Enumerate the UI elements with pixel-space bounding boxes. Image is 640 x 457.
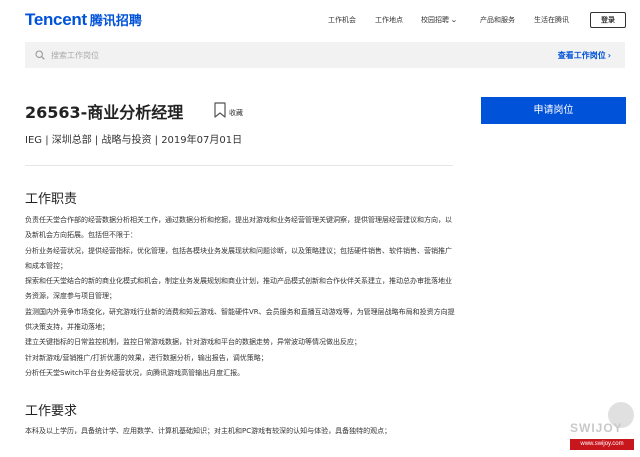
job-meta: IEG | 深圳总部 | 战略与投资 | 2019年07月01日 xyxy=(25,135,243,146)
apply-button[interactable]: 申请岗位 xyxy=(481,97,626,124)
list-item: 分析业务经营状况，提供经营指标，优化管理，包括各模块业务发展现状和问题诊断，以及… xyxy=(25,246,452,270)
requirements-title: 工作要求 xyxy=(25,404,78,419)
nav-item-jobs[interactable]: 工作机会 xyxy=(328,15,356,25)
requirements-list: 本科及以上学历，具备统计学、应用数学、计算机基础知识；对主机和PC游戏有较深的认… xyxy=(25,424,455,439)
responsibilities-list: 负责任天堂合作部的经营数据分析相关工作，通过数据分析和挖掘，提出对游戏和业务经营… xyxy=(25,213,455,381)
watermark-domain: www.swijoy.com xyxy=(570,439,634,450)
site-watermark: SWIJOY www.swijoy.com xyxy=(568,398,640,457)
responsibilities-title: 工作职责 xyxy=(25,192,78,207)
nav-item-campus-label: 校园招聘 xyxy=(421,16,449,24)
list-item: 负责任天堂合作部的经营数据分析相关工作，通过数据分析和挖掘，提出对游戏和业务经营… xyxy=(25,216,452,240)
list-item: 分析任天堂Switch平台业务经营状况，向腾讯游戏高管输出月度汇报。 xyxy=(25,368,245,377)
main-nav: 工作机会 工作地点 校园招聘⌄ 产品和服务 生活在腾讯 xyxy=(0,15,640,29)
chevron-down-icon: ⌄ xyxy=(450,16,458,24)
list-item: 探索和任天堂结合的新的商业化模式和机会，制定业务发展规划和商业计划，推动产品模式… xyxy=(25,277,452,301)
nav-item-campus[interactable]: 校园招聘⌄ xyxy=(421,15,458,25)
list-item: 本科及以上学历，具备统计学、应用数学、计算机基础知识；对主机和PC游戏有较深的认… xyxy=(25,427,392,435)
chevron-right-icon: › xyxy=(607,51,611,60)
job-title: 26563-商业分析经理 xyxy=(25,103,184,122)
login-button[interactable]: 登录 xyxy=(590,12,626,28)
watermark-text: SWIJOY xyxy=(570,421,623,435)
nav-item-life[interactable]: 生活在腾讯 xyxy=(534,15,569,25)
divider xyxy=(25,165,453,166)
view-jobs-link[interactable]: 查看工作岗位 › xyxy=(558,50,611,61)
list-item: 监测国内外竞争市场变化，研究游戏行业新的消费和知云游戏、智能硬件VR、会员服务和… xyxy=(25,307,455,332)
nav-item-products[interactable]: 产品和服务 xyxy=(480,15,515,25)
list-item: 针对新游戏/营销推广/打折优惠的效果，进行数据分析，输出报告，调优策略； xyxy=(25,353,268,362)
favorite-button[interactable]: 收藏 xyxy=(214,101,243,119)
search-icon xyxy=(35,50,45,60)
list-item: 建立关键指标的日常监控机制，监控日常游戏数据，针对游戏和平台的数据走势，异常波动… xyxy=(25,338,361,347)
bookmark-icon xyxy=(214,102,226,118)
search-bar: 查看工作岗位› xyxy=(25,42,625,68)
nav-item-locations[interactable]: 工作地点 xyxy=(375,15,403,25)
search-input[interactable] xyxy=(51,48,351,62)
top-header: Tencent 腾讯招聘 工作机会 工作地点 校园招聘⌄ 产品和服务 生活在腾讯… xyxy=(0,0,640,40)
favorite-label: 收藏 xyxy=(229,109,243,117)
view-jobs-label: 查看工作岗位 xyxy=(557,51,606,60)
